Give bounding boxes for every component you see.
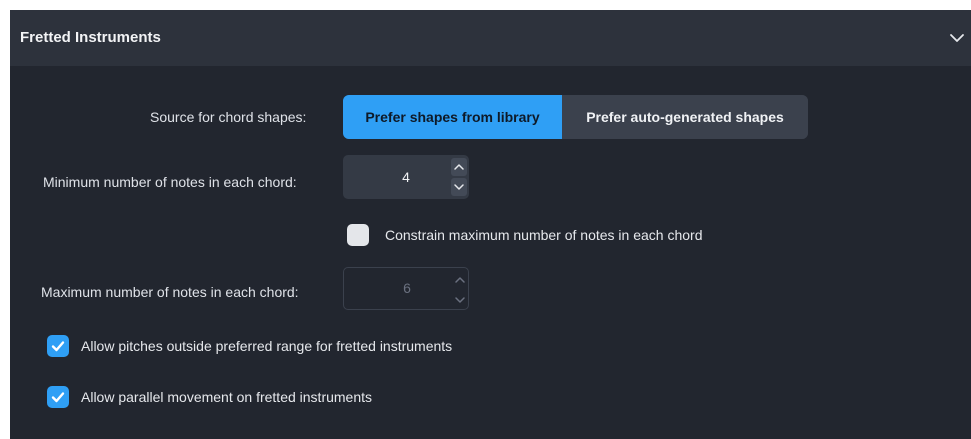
increment-icon[interactable] [452,271,468,289]
allow-parallel-checkbox[interactable] [47,386,69,408]
chord-shapes-label: Source for chord shapes: [150,109,307,125]
chord-shapes-segmented-control: Prefer shapes from library Prefer auto-g… [343,95,808,139]
max-notes-label: Maximum number of notes in each chord: [41,284,299,300]
prefer-library-shapes-button[interactable]: Prefer shapes from library [343,95,562,139]
checkmark-icon [51,341,65,352]
min-notes-label: Minimum number of notes in each chord: [43,174,297,190]
chevron-down-icon[interactable] [949,30,965,46]
allow-pitches-checkbox[interactable] [47,335,69,357]
allow-parallel-label[interactable]: Allow parallel movement on fretted instr… [81,389,372,405]
section-header[interactable]: Fretted Instruments [10,10,971,66]
decrement-icon[interactable] [452,291,468,309]
prefer-auto-generated-shapes-button[interactable]: Prefer auto-generated shapes [562,95,808,139]
fretted-instruments-panel: Fretted Instruments Source for chord sha… [0,0,971,439]
constrain-max-checkbox[interactable] [347,224,369,246]
constrain-max-label[interactable]: Constrain maximum number of notes in eac… [385,227,702,243]
checkmark-icon [51,392,65,403]
section-title: Fretted Instruments [20,29,161,46]
min-notes-stepper[interactable]: 4 [343,155,469,199]
decrement-icon[interactable] [451,178,467,196]
increment-icon[interactable] [451,158,467,176]
allow-pitches-label[interactable]: Allow pitches outside preferred range fo… [81,338,452,354]
top-margin [0,0,971,10]
max-notes-stepper[interactable]: 6 [343,267,469,310]
